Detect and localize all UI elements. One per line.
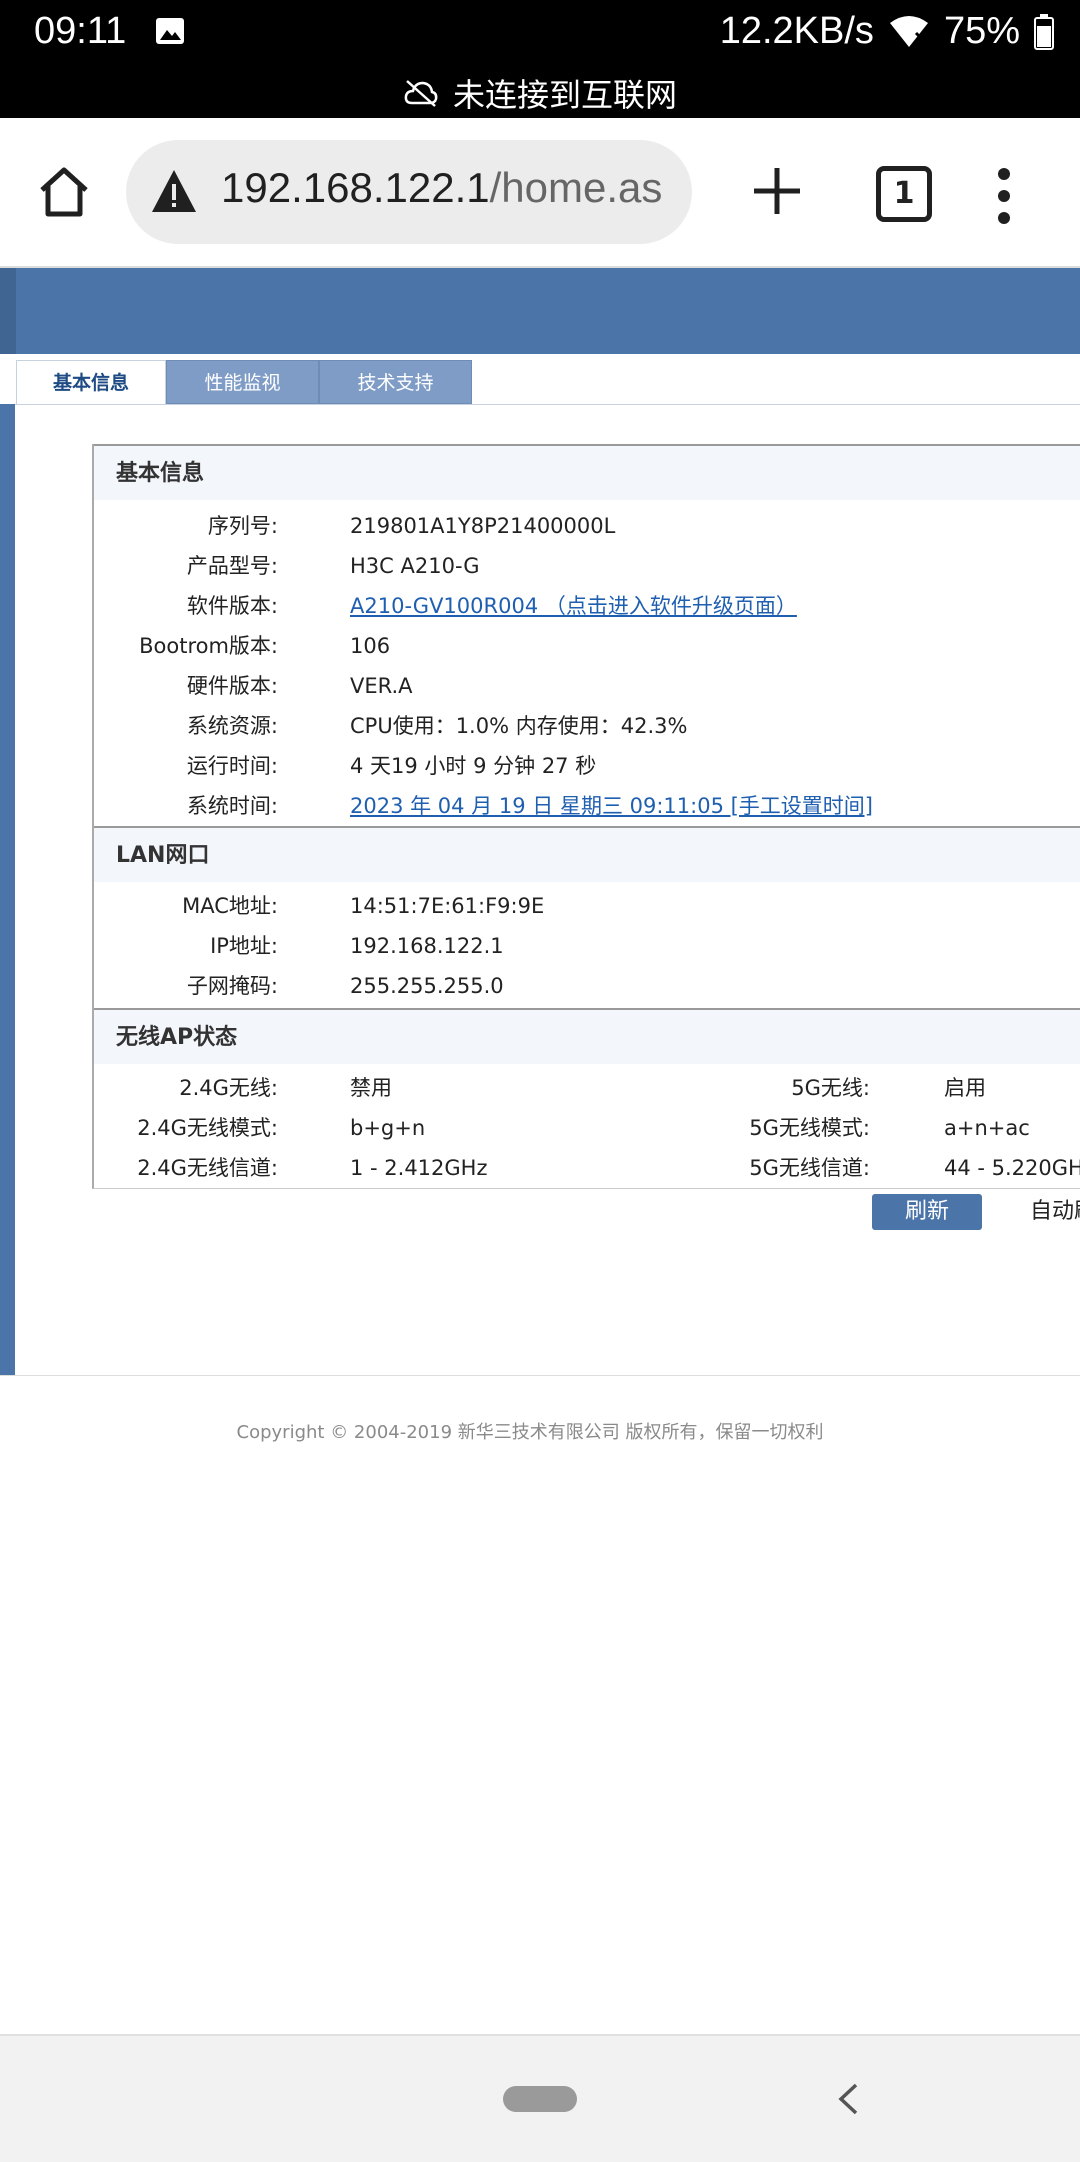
row-wireless-mode: 2.4G无线模式: b+g+n 5G无线模式: a+n+ac — [94, 1108, 1080, 1148]
image-notification-icon — [156, 18, 184, 44]
url-path: /home.as — [489, 164, 663, 211]
section-lan-title: LAN网口 — [94, 826, 1080, 882]
tab-switcher-button[interactable]: 1 — [876, 166, 932, 222]
network-speed: 12.2KB/s — [719, 10, 874, 52]
value: 14:51:7E:61:F9:9E — [350, 894, 545, 918]
row-netmask: 子网掩码: 255.255.255.0 — [94, 966, 1080, 1006]
system-nav-bar — [0, 2034, 1080, 2162]
row-system-time: 系统时间: 2023 年 04 月 19 日 星期三 09:11:05 [手工设… — [94, 786, 1080, 826]
row-uptime: 运行时间: 4 天19 小时 9 分钟 27 秒 — [94, 746, 1080, 786]
row-ip: IP地址: 192.168.122.1 — [94, 926, 1080, 966]
row-wireless-enable: 2.4G无线: 禁用 5G无线: 启用 — [94, 1068, 1080, 1108]
value: 4 天19 小时 9 分钟 27 秒 — [350, 754, 597, 778]
more-vertical-icon[interactable] — [996, 166, 1012, 226]
tab-performance[interactable]: 性能监视 — [166, 360, 319, 404]
url-text[interactable]: 192.168.122.1/home.as — [221, 164, 681, 212]
label: 硬件版本: — [186, 674, 278, 698]
label: 2.4G无线模式: — [137, 1116, 278, 1140]
value: CPU使用：1.0% 内存使用：42.3% — [350, 714, 688, 738]
tab-basic-info[interactable]: 基本信息 — [16, 360, 166, 404]
label: 运行时间: — [186, 754, 278, 778]
info-panel: 基本信息 序列号: 219801A1Y8P21400000L 产品型号: H3C… — [92, 444, 1080, 1189]
row-serial: 序列号: 219801A1Y8P21400000L — [94, 506, 1080, 546]
label: 软件版本: — [186, 594, 278, 618]
status-bar: 09:11 12.2KB/s 75% 未连接到互联网 — [0, 0, 1080, 118]
content-divider — [0, 1375, 1080, 1376]
warning-icon[interactable] — [150, 168, 198, 214]
value: H3C A210-G — [350, 554, 480, 578]
copyright-text: Copyright © 2004-2019 新华三技术有限公司 版权所有，保留一… — [236, 1422, 824, 1443]
value: VER.A — [350, 674, 413, 698]
label: 系统资源: — [186, 714, 278, 738]
auto-refresh-option[interactable]: 自动刷新 — [1030, 1194, 1080, 1230]
set-time-link[interactable]: 2023 年 04 月 19 日 星期三 09:11:05 [手工设置时间] — [350, 786, 873, 826]
tab-tech-support[interactable]: 技术支持 — [319, 360, 472, 404]
label: Bootrom版本: — [139, 634, 278, 658]
battery-icon — [1034, 13, 1054, 50]
left-sidebar-bar — [0, 404, 15, 1376]
row-software: 软件版本: A210-GV100R004 （点击进入软件升级页面） — [94, 586, 1080, 626]
home-gesture-pill[interactable] — [503, 2086, 577, 2112]
software-upgrade-link[interactable]: A210-GV100R004 （点击进入软件升级页面） — [350, 586, 797, 626]
label: 产品型号: — [186, 554, 278, 578]
network-notice: 未连接到互联网 — [0, 70, 1080, 116]
value: 禁用 — [350, 1076, 392, 1100]
status-time: 09:11 — [34, 10, 127, 52]
address-bar[interactable]: 192.168.122.1/home.as — [126, 140, 692, 244]
value: b+g+n — [350, 1116, 426, 1140]
row-model: 产品型号: H3C A210-G — [94, 546, 1080, 586]
value: a+n+ac — [944, 1116, 1030, 1140]
row-bootrom: Bootrom版本: 106 — [94, 626, 1080, 666]
new-tab-plus-icon[interactable] — [750, 164, 804, 218]
label: 序列号: — [207, 514, 278, 538]
label: 系统时间: — [186, 794, 278, 818]
label: MAC地址: — [182, 894, 278, 918]
section-wireless-title: 无线AP状态 — [94, 1008, 1080, 1064]
value: 1 - 2.412GHz — [350, 1156, 488, 1180]
value: 192.168.122.1 — [350, 934, 504, 958]
label: 5G无线: — [791, 1076, 870, 1100]
value: 219801A1Y8P21400000L — [350, 514, 616, 538]
value: 106 — [350, 634, 391, 658]
label: 2.4G无线: — [179, 1076, 278, 1100]
value: 启用 — [944, 1076, 986, 1100]
home-icon[interactable] — [36, 164, 92, 220]
section-basic-title: 基本信息 — [94, 444, 1080, 500]
row-resources: 系统资源: CPU使用：1.0% 内存使用：42.3% — [94, 706, 1080, 746]
browser-toolbar: 192.168.122.1/home.as 1 — [0, 118, 1080, 268]
row-hardware: 硬件版本: VER.A — [94, 666, 1080, 706]
refresh-button[interactable]: 刷新 — [872, 1194, 982, 1230]
page-banner — [0, 268, 1080, 354]
url-host: 192.168.122.1 — [221, 164, 490, 211]
label: 5G无线信道: — [749, 1156, 870, 1180]
tab-bar: 基本信息 性能监视 技术支持 — [0, 354, 1080, 405]
back-chevron-icon[interactable] — [836, 2082, 860, 2116]
network-notice-text: 未连接到互联网 — [452, 76, 677, 114]
label: 5G无线模式: — [749, 1116, 870, 1140]
value: 44 - 5.220GHz — [944, 1156, 1080, 1180]
value: 255.255.255.0 — [350, 974, 504, 998]
row-wireless-channel: 2.4G无线信道: 1 - 2.412GHz 5G无线信道: 44 - 5.22… — [94, 1148, 1080, 1188]
cloud-off-icon — [404, 80, 438, 107]
label: IP地址: — [210, 934, 278, 958]
banner-stripe — [0, 268, 16, 354]
battery-percent: 75% — [943, 10, 1020, 52]
wifi-no-internet-icon — [889, 15, 928, 47]
label: 2.4G无线信道: — [137, 1156, 278, 1180]
label: 子网掩码: — [186, 974, 278, 998]
row-mac: MAC地址: 14:51:7E:61:F9:9E — [94, 886, 1080, 926]
